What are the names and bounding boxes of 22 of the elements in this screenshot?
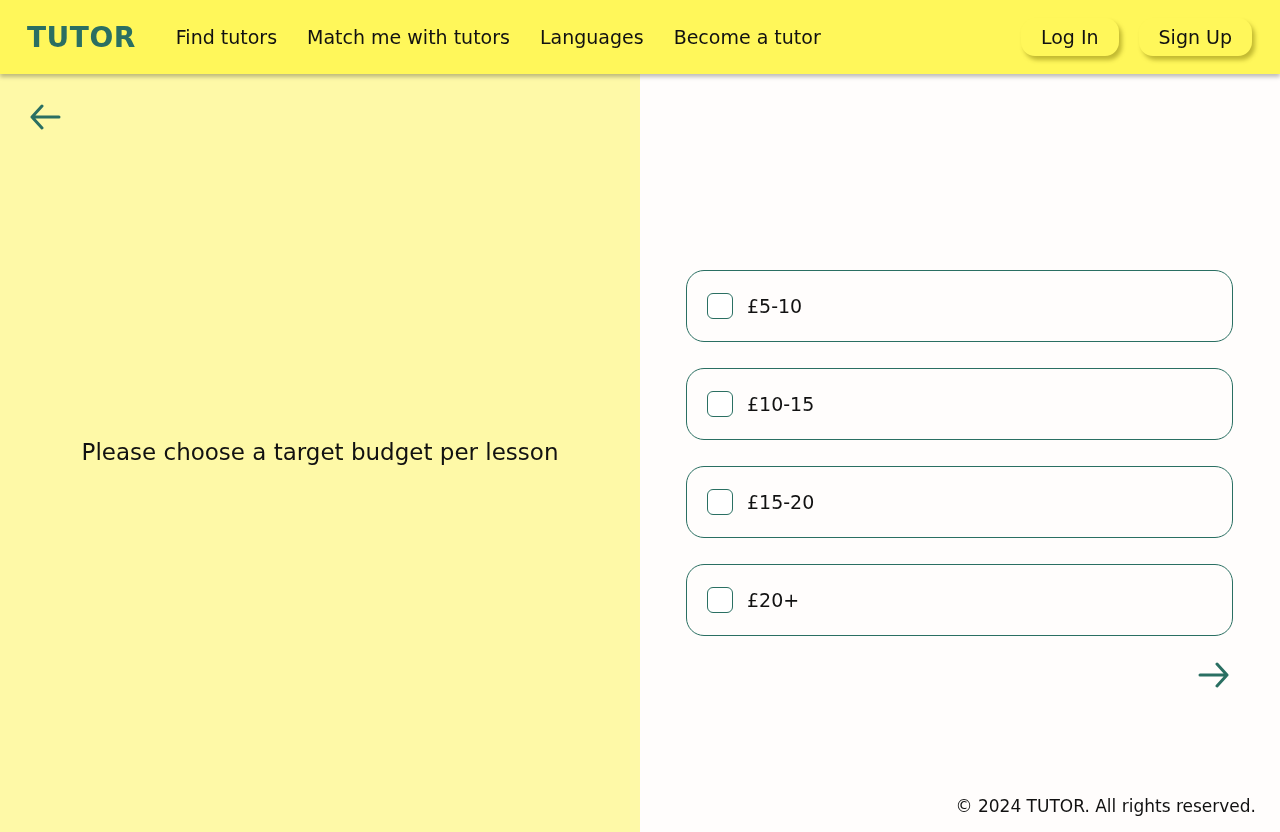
budget-option[interactable]: £10-15	[686, 368, 1233, 440]
nav-link[interactable]: Become a tutor	[673, 26, 821, 48]
sign-up-button[interactable]: Sign Up	[1138, 18, 1252, 56]
checkbox[interactable]	[707, 293, 733, 319]
nav-link[interactable]: Languages	[539, 26, 644, 48]
option-label: £10-15	[747, 393, 815, 415]
next-arrow-icon[interactable]	[1198, 662, 1230, 688]
budget-option[interactable]: £20+	[686, 564, 1233, 636]
option-label: £5-10	[747, 295, 803, 317]
checkbox[interactable]	[707, 587, 733, 613]
copyright-text: © 2024 TUTOR. All rights reserved.	[955, 796, 1256, 818]
checkbox[interactable]	[707, 489, 733, 515]
log-in-button[interactable]: Log In	[1020, 18, 1119, 56]
question-text: Please choose a target budget per lesson	[81, 439, 559, 465]
nav-link[interactable]: Find tutors	[175, 26, 278, 48]
logo[interactable]: TUTOR	[27, 20, 136, 54]
option-label: £15-20	[747, 491, 815, 513]
option-label: £20+	[747, 589, 800, 611]
nav-link[interactable]: Match me with tutors	[307, 26, 510, 48]
budget-option[interactable]: £15-20	[686, 466, 1233, 538]
budget-option[interactable]: £5-10	[686, 270, 1233, 342]
checkbox[interactable]	[707, 391, 733, 417]
